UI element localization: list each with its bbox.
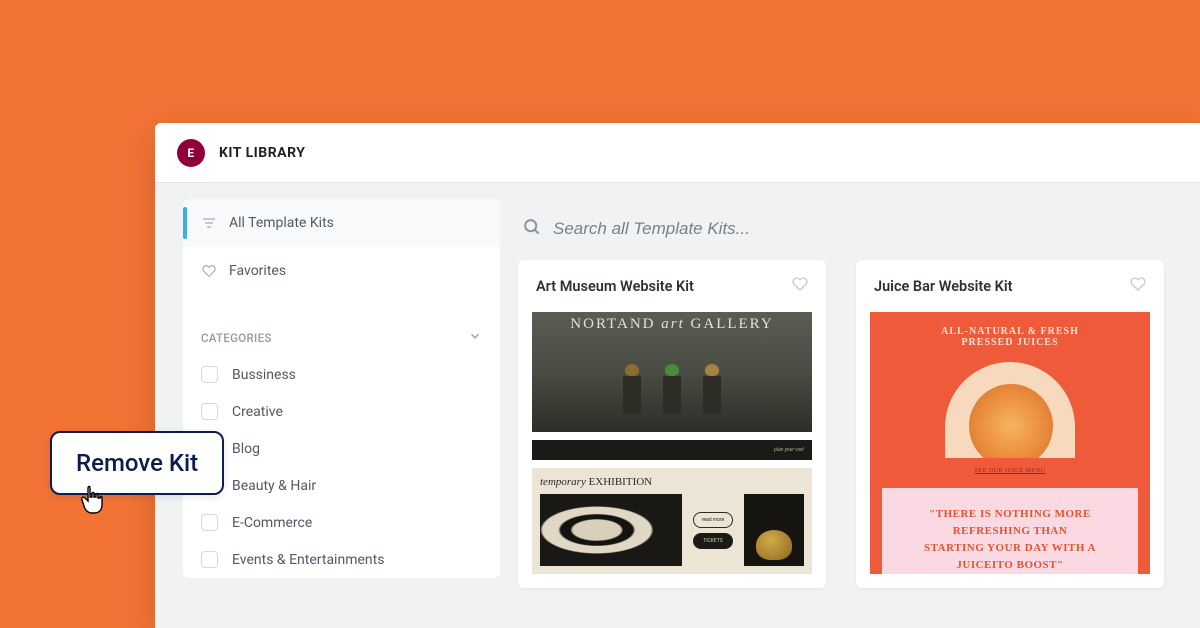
juice-image bbox=[945, 362, 1075, 458]
category-label: Creative bbox=[232, 404, 283, 420]
card-preview: ALL-NATURAL & FRESH PRESSED JUICES SEE O… bbox=[856, 312, 1164, 588]
app-header: E KIT LIBRARY bbox=[155, 123, 1200, 183]
quote-line: "THERE IS NOTHING MORE bbox=[894, 506, 1126, 523]
hero-title-part: NORTAND bbox=[570, 316, 655, 332]
museum-hero: NORTAND art GALLERY bbox=[532, 312, 812, 432]
pill-column: read more TICKETS bbox=[688, 494, 738, 566]
category-label: E-Commerce bbox=[232, 515, 312, 531]
category-item-events[interactable]: Events & Entertainments bbox=[183, 541, 500, 578]
quote-line: STARTING YOUR DAY WITH A bbox=[894, 540, 1126, 557]
museum-hero-title: NORTAND art GALLERY bbox=[538, 316, 806, 333]
cards-grid: Art Museum Website Kit NORTAND art GAL bbox=[518, 260, 1200, 588]
juice-heading-line: PRESSED JUICES bbox=[941, 337, 1079, 348]
sidebar-tab-all-kits[interactable]: All Template Kits bbox=[183, 199, 500, 247]
exh-title-part: temporary bbox=[540, 476, 586, 488]
sidebar-tab-label: Favorites bbox=[229, 263, 286, 279]
categories-heading[interactable]: CATEGORIES bbox=[183, 295, 500, 356]
category-item-business[interactable]: Bussiness bbox=[183, 356, 500, 393]
juice-preview: ALL-NATURAL & FRESH PRESSED JUICES SEE O… bbox=[870, 312, 1150, 574]
strip-text: plan your visit bbox=[774, 447, 804, 453]
category-label: Events & Entertainments bbox=[232, 552, 384, 568]
card-title: Juice Bar Website Kit bbox=[874, 278, 1013, 295]
chevron-down-icon bbox=[468, 329, 482, 346]
pedestal-icon bbox=[703, 376, 721, 414]
pedestal-icon bbox=[663, 376, 681, 414]
quote-line: JUICEITO BOOST" bbox=[894, 557, 1126, 574]
checkbox[interactable] bbox=[201, 551, 218, 568]
cursor-hand-icon bbox=[80, 485, 106, 519]
card-header: Juice Bar Website Kit bbox=[856, 260, 1164, 312]
category-item-ecommerce[interactable]: E-Commerce bbox=[183, 504, 500, 541]
museum-lower: temporary EXHIBITION read more TICKETS bbox=[532, 468, 812, 574]
search-icon bbox=[522, 217, 541, 240]
exh-title-part: EXHIBITION bbox=[586, 476, 652, 488]
kit-card-art-museum[interactable]: Art Museum Website Kit NORTAND art GAL bbox=[518, 260, 826, 588]
card-preview: NORTAND art GALLERY bbox=[518, 312, 826, 588]
elementor-logo: E bbox=[177, 139, 205, 167]
checkbox[interactable] bbox=[201, 514, 218, 531]
hero-title-part: art bbox=[661, 316, 685, 332]
pill-tickets: TICKETS bbox=[693, 533, 733, 549]
sidebar-tab-label: All Template Kits bbox=[229, 215, 334, 231]
page-title: KIT LIBRARY bbox=[219, 145, 305, 161]
remove-kit-tooltip[interactable]: Remove Kit bbox=[50, 431, 224, 495]
category-item-blog[interactable]: Blog bbox=[183, 430, 500, 467]
section-heading-label: CATEGORIES bbox=[201, 331, 272, 345]
juice-quote: "THERE IS NOTHING MORE REFRESHING THAN S… bbox=[882, 488, 1138, 574]
category-item-creative[interactable]: Creative bbox=[183, 393, 500, 430]
museum-strip: plan your visit bbox=[532, 440, 812, 460]
checkbox[interactable] bbox=[201, 403, 218, 420]
pedestal-icon bbox=[623, 376, 641, 414]
quote-line: REFRESHING THAN bbox=[894, 523, 1126, 540]
sidebar: All Template Kits Favorites CATEGORIES bbox=[155, 183, 500, 628]
heart-icon bbox=[201, 263, 217, 279]
pill-readmore: read more bbox=[693, 512, 733, 528]
card-header: Art Museum Website Kit bbox=[518, 260, 826, 312]
pot-icon bbox=[756, 530, 792, 560]
filter-lines-icon bbox=[201, 215, 217, 231]
category-item-beauty[interactable]: Beauty & Hair bbox=[183, 467, 500, 504]
category-label: Bussiness bbox=[232, 367, 296, 383]
orange-icon bbox=[969, 384, 1053, 458]
search-input[interactable] bbox=[553, 219, 853, 239]
juice-heading: ALL-NATURAL & FRESH PRESSED JUICES bbox=[941, 326, 1079, 348]
sidebar-tab-favorites[interactable]: Favorites bbox=[183, 247, 500, 295]
vase-panel bbox=[540, 494, 682, 566]
museum-gallery: read more TICKETS bbox=[532, 494, 812, 574]
search-bar bbox=[518, 199, 1200, 260]
pot-panel bbox=[744, 494, 804, 566]
checkbox[interactable] bbox=[201, 366, 218, 383]
category-label: Beauty & Hair bbox=[232, 478, 316, 494]
content-area: Art Museum Website Kit NORTAND art GAL bbox=[500, 183, 1200, 628]
museum-exhibition-title: temporary EXHIBITION bbox=[532, 468, 812, 494]
app-window: E KIT LIBRARY All Template Kits Favorite… bbox=[155, 123, 1200, 628]
juice-menu-link: SEE OUR JUICE MENU bbox=[975, 468, 1046, 474]
app-body: All Template Kits Favorites CATEGORIES bbox=[155, 183, 1200, 628]
juice-heading-line: ALL-NATURAL & FRESH bbox=[941, 326, 1079, 337]
card-title: Art Museum Website Kit bbox=[536, 278, 694, 295]
favorite-heart-icon[interactable] bbox=[1130, 276, 1146, 296]
favorite-heart-icon[interactable] bbox=[792, 276, 808, 296]
hero-title-part: GALLERY bbox=[691, 316, 774, 332]
kit-card-juice-bar[interactable]: Juice Bar Website Kit ALL-NATURAL & FRES… bbox=[856, 260, 1164, 588]
museum-hall bbox=[532, 376, 812, 414]
category-label: Blog bbox=[232, 441, 260, 457]
sidebar-panel: All Template Kits Favorites CATEGORIES bbox=[183, 199, 500, 578]
museum-preview: NORTAND art GALLERY bbox=[532, 312, 812, 574]
remove-kit-label: Remove Kit bbox=[76, 449, 198, 477]
